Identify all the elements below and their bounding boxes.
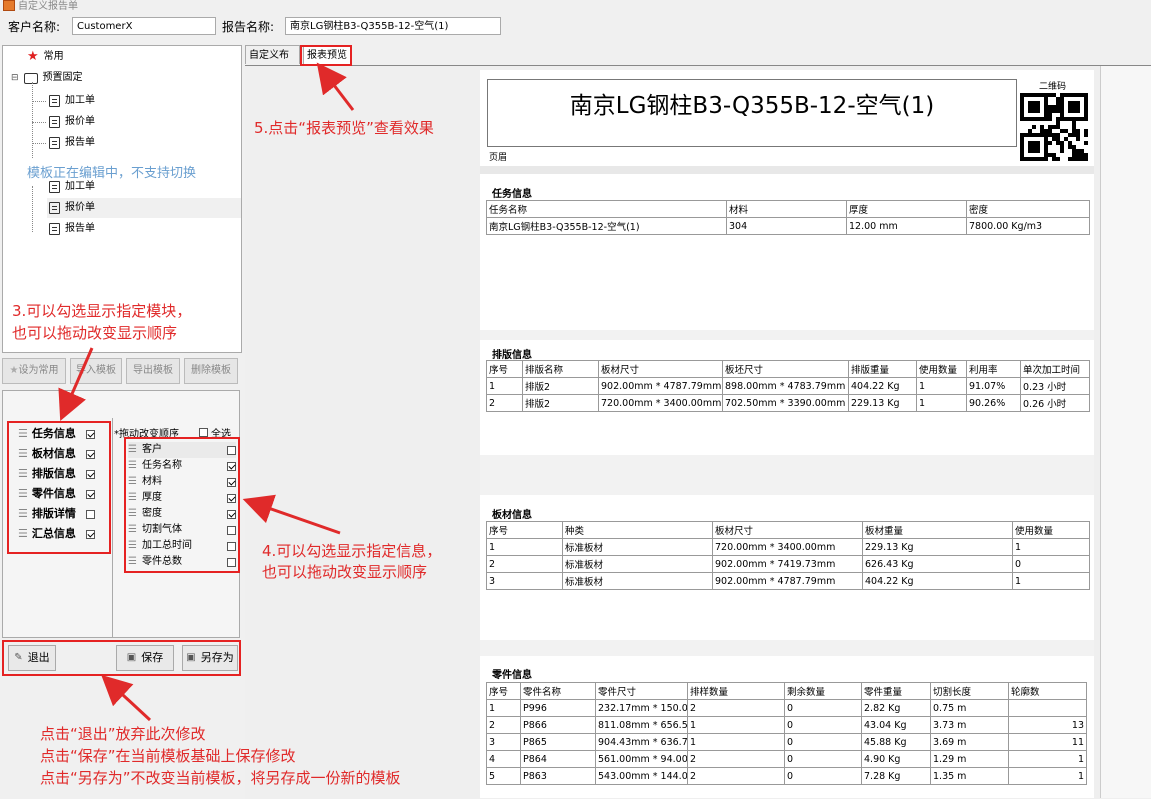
annotation-arrows (58, 62, 355, 722)
arrow-4 (242, 494, 341, 535)
arrow-3 (58, 347, 94, 422)
arrow-bottom (101, 674, 152, 722)
arrow-5 (316, 62, 355, 111)
